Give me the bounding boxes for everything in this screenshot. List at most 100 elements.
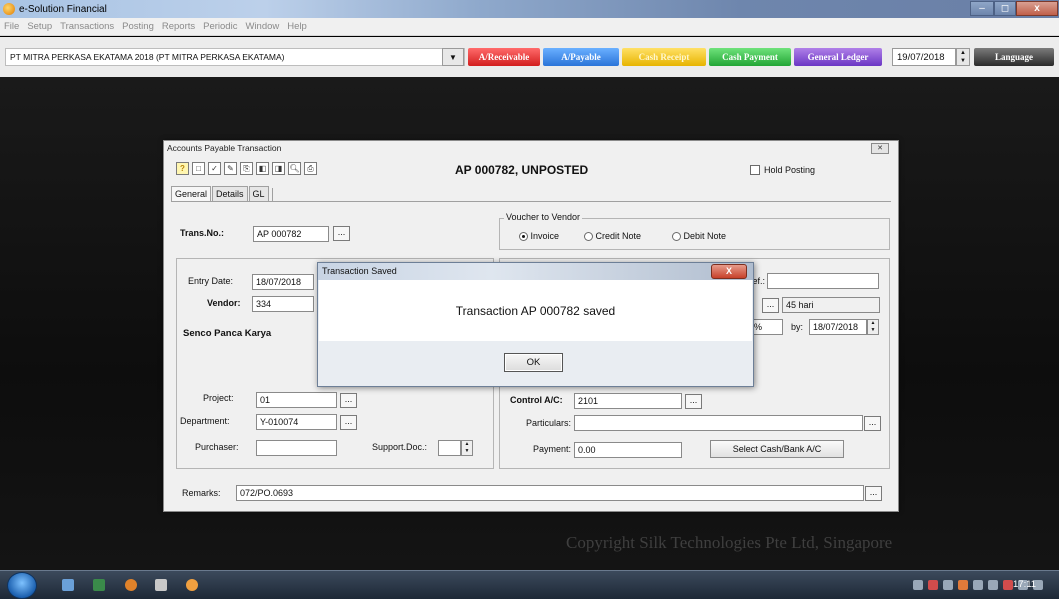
- record-prev-icon[interactable]: ◧: [256, 162, 269, 175]
- preview-icon[interactable]: 🔍︎: [288, 162, 301, 175]
- entry-date-field[interactable]: 18/07/2018: [252, 274, 314, 290]
- department-label: Department:: [180, 416, 230, 426]
- debit-note-radio[interactable]: [672, 232, 681, 242]
- cash-receipt-button[interactable]: Cash Receipt: [622, 48, 706, 66]
- voucher-debit-note-option[interactable]: Debit Note: [672, 231, 727, 242]
- transaction-saved-dialog: Transaction Saved X Transaction AP 00078…: [317, 262, 754, 387]
- new-icon[interactable]: □: [192, 162, 205, 175]
- cash-payment-button[interactable]: Cash Payment: [709, 48, 791, 66]
- print-icon[interactable]: ⎙: [304, 162, 317, 175]
- maximize-button[interactable]: ◻: [994, 1, 1016, 16]
- control-ac-field[interactable]: 2101: [574, 393, 682, 409]
- media-icon[interactable]: [93, 579, 105, 591]
- company-select[interactable]: PT MITRA PERKASA EKATAMA 2018 (PT MITRA …: [5, 48, 465, 66]
- date-spinner[interactable]: ▲ ▼: [956, 48, 970, 66]
- control-ac-lookup-button[interactable]: ...: [685, 394, 702, 409]
- edit-icon[interactable]: ✎: [224, 162, 237, 175]
- tray-icon[interactable]: [928, 580, 938, 590]
- invoice-radio[interactable]: [519, 232, 528, 242]
- close-window-button[interactable]: x: [1016, 1, 1058, 16]
- vendor-label: Vendor:: [207, 298, 241, 308]
- taskbar: 17:11: [0, 570, 1059, 599]
- support-doc-spinner[interactable]: ▲ ▼: [461, 440, 473, 456]
- menu-help[interactable]: Help: [287, 21, 307, 32]
- by-date-spinner[interactable]: ▲ ▼: [867, 319, 879, 335]
- terms-lookup-button[interactable]: ...: [762, 298, 779, 313]
- menu-window[interactable]: Window: [245, 21, 279, 32]
- tray-icon[interactable]: [943, 580, 953, 590]
- voucher-invoice-option[interactable]: Invoice: [519, 231, 560, 242]
- general-ledger-button[interactable]: General Ledger: [794, 48, 882, 66]
- tray-icon[interactable]: [913, 580, 923, 590]
- ap-close-button[interactable]: ✕: [871, 143, 889, 154]
- dialog-body: Transaction AP 000782 saved: [319, 280, 752, 341]
- dialog-ok-button[interactable]: OK: [504, 353, 563, 372]
- minimize-button[interactable]: –: [970, 1, 994, 16]
- payment-field[interactable]: 0.00: [574, 442, 682, 458]
- remarks-field[interactable]: 072/PO.0693: [236, 485, 864, 501]
- remarks-lookup-button[interactable]: ...: [865, 486, 882, 501]
- language-button[interactable]: Language: [974, 48, 1054, 66]
- tray-icon[interactable]: [988, 580, 998, 590]
- support-doc-field[interactable]: [438, 440, 461, 456]
- menu-periodic[interactable]: Periodic: [203, 21, 237, 32]
- ap-toolbar: ? □ ✓ ✎ ⎘ ◧ ◨ 🔍︎ ⎙: [176, 162, 317, 175]
- start-button[interactable]: [7, 572, 37, 599]
- menu-reports[interactable]: Reports: [162, 21, 195, 32]
- by-label: by:: [791, 322, 804, 332]
- tab-general[interactable]: General: [171, 186, 212, 201]
- transaction-headline: AP 000782, UNPOSTED: [455, 163, 589, 177]
- department-field[interactable]: Y-010074: [256, 414, 337, 430]
- tab-details[interactable]: Details: [212, 186, 248, 201]
- main-toolbar: PT MITRA PERKASA EKATAMA 2018 (PT MITRA …: [0, 37, 1059, 77]
- invoice-label: Invoice: [530, 231, 560, 241]
- purchaser-field[interactable]: [256, 440, 337, 456]
- menu-file[interactable]: File: [4, 21, 19, 32]
- menu-posting[interactable]: Posting: [122, 21, 154, 32]
- vendor-field[interactable]: 334: [252, 296, 314, 312]
- app-icon-taskbar[interactable]: [155, 579, 167, 591]
- company-dropdown-icon[interactable]: ▼: [442, 48, 464, 66]
- app-title: e-Solution Financial: [19, 3, 107, 15]
- help-icon[interactable]: ?: [176, 162, 189, 175]
- payable-button[interactable]: A/Payable: [543, 48, 619, 66]
- trans-no-field[interactable]: AP 000782: [253, 226, 329, 242]
- tray-icon[interactable]: [1003, 580, 1013, 590]
- project-label: Project:: [203, 393, 234, 403]
- project-lookup-button[interactable]: ...: [340, 393, 357, 408]
- taskbar-clock[interactable]: 17:11: [1013, 579, 1036, 590]
- tab-strip: General Details GL: [171, 186, 270, 201]
- record-next-icon[interactable]: ◨: [272, 162, 285, 175]
- credit-note-radio[interactable]: [584, 232, 593, 242]
- by-date-field[interactable]: 18/07/2018: [809, 319, 867, 335]
- percent-field[interactable]: %: [750, 319, 783, 335]
- hold-posting-box[interactable]: [750, 165, 760, 175]
- select-cash-bank-button[interactable]: Select Cash/Bank A/C: [710, 440, 844, 458]
- copy-icon[interactable]: ⎘: [240, 162, 253, 175]
- date-field[interactable]: 19/07/2018: [892, 48, 956, 66]
- voucher-credit-note-option[interactable]: Credit Note: [584, 231, 641, 242]
- particulars-lookup-button[interactable]: ...: [864, 416, 881, 431]
- remarks-label: Remarks:: [182, 488, 221, 498]
- explorer-icon[interactable]: [62, 579, 74, 591]
- save-icon[interactable]: ✓: [208, 162, 221, 175]
- dialog-close-button[interactable]: X: [711, 264, 747, 279]
- copyright-text: Copyright Silk Technologies Pte Ltd, Sin…: [566, 533, 893, 552]
- dialog-title: Transaction Saved: [318, 263, 753, 280]
- ref-field[interactable]: [767, 273, 879, 289]
- tray-icon[interactable]: [973, 580, 983, 590]
- department-lookup-button[interactable]: ...: [340, 415, 357, 430]
- tab-gl[interactable]: GL: [248, 186, 269, 201]
- tray-icon[interactable]: [958, 580, 968, 590]
- browser-icon[interactable]: [125, 579, 137, 591]
- debit-note-label: Debit Note: [683, 231, 727, 241]
- trans-no-lookup-button[interactable]: ...: [333, 226, 350, 241]
- receivable-button[interactable]: A/Receivable: [468, 48, 540, 66]
- menu-setup[interactable]: Setup: [27, 21, 52, 32]
- project-field[interactable]: 01: [256, 392, 337, 408]
- particulars-label: Particulars:: [526, 418, 572, 428]
- menu-transactions[interactable]: Transactions: [60, 21, 114, 32]
- esolution-taskbar-icon[interactable]: [186, 579, 198, 591]
- hold-posting-checkbox[interactable]: Hold Posting: [750, 165, 815, 175]
- particulars-field[interactable]: [574, 415, 863, 431]
